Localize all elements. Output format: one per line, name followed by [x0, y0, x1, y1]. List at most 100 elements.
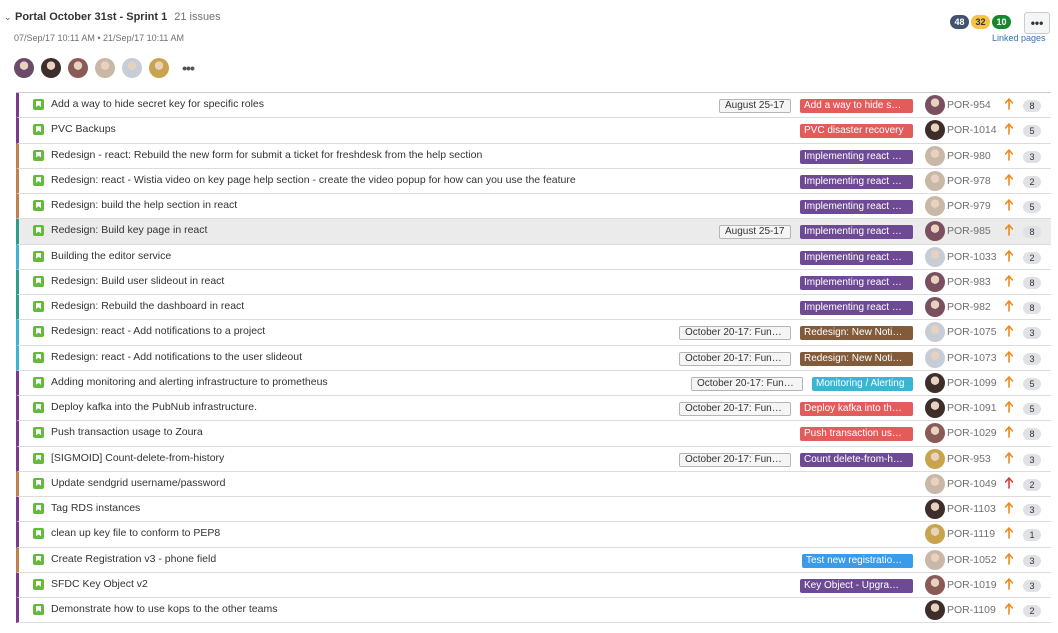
issue-key-link[interactable]: POR-1019 [947, 579, 997, 591]
issue-summary[interactable]: Demonstrate how to use kops to the other… [51, 603, 277, 615]
assignee-avatar[interactable] [925, 170, 945, 191]
issue-row[interactable]: Tag RDS instances POR-1103 3 [16, 497, 1051, 523]
epic-label[interactable]: Redesign: New Noti… [800, 351, 913, 366]
assignee-avatar[interactable] [925, 549, 945, 570]
linked-pages-link[interactable]: Linked pages [992, 33, 1046, 43]
issue-row[interactable]: Push transaction usage to Zoura Push tran… [16, 421, 1051, 447]
issue-row[interactable]: Redesign - react: Rebuild the new form f… [16, 143, 1051, 169]
fix-version-label[interactable]: August 25-17 [719, 225, 791, 240]
issue-key-link[interactable]: POR-953 [947, 453, 991, 465]
issue-row[interactable]: PVC Backups PVC disaster recovery POR-1014… [16, 118, 1051, 144]
assignee-avatar[interactable] [925, 145, 945, 166]
assignee-avatar[interactable] [925, 246, 945, 267]
issue-key-link[interactable]: POR-978 [947, 175, 991, 187]
issue-row[interactable]: Update sendgrid username/password POR-104… [16, 471, 1051, 497]
issue-key-link[interactable]: POR-1109 [947, 604, 996, 616]
epic-label[interactable]: PVC disaster recovery [800, 124, 913, 139]
issue-row[interactable]: Add a way to hide secret key for specifi… [16, 93, 1051, 119]
issue-key-link[interactable]: POR-1073 [947, 352, 997, 364]
issue-summary[interactable]: Deploy kafka into the PubNub infrastruct… [51, 401, 257, 413]
assignee-avatar[interactable] [925, 271, 945, 292]
epic-label[interactable]: Key Object - Upgra… [800, 578, 913, 593]
issue-row[interactable]: Building the editor service Implementing … [16, 244, 1051, 270]
issue-key-link[interactable]: POR-985 [947, 225, 991, 237]
assignee-avatar[interactable] [925, 196, 945, 216]
avatar[interactable] [68, 58, 88, 78]
issue-key-link[interactable]: POR-1014 [947, 124, 997, 136]
assignee-avatar[interactable] [925, 372, 945, 393]
issue-key-link[interactable]: POR-1103 [947, 503, 996, 515]
issue-summary[interactable]: clean up key file to conform to PEP8 [51, 527, 220, 539]
issue-summary[interactable]: Push transaction usage to Zoura [51, 426, 203, 438]
sprint-name[interactable]: Portal October 31st - Sprint 1 [15, 11, 167, 23]
assignee-avatar[interactable] [925, 221, 945, 242]
assignee-avatar[interactable] [925, 600, 945, 620]
issue-summary[interactable]: SFDC Key Object v2 [51, 578, 148, 590]
issue-row[interactable]: Redesign: react - Add notifications to a… [16, 320, 1051, 346]
assignee-avatar[interactable] [925, 95, 945, 115]
issue-row[interactable]: SFDC Key Object v2 Key Object - Upgra… POR… [16, 572, 1051, 598]
epic-label[interactable]: Implementing react … [800, 250, 913, 265]
epic-label[interactable]: Implementing react … [800, 301, 913, 315]
assignee-avatar[interactable] [925, 120, 945, 141]
more-people-button[interactable]: ••• [178, 58, 198, 78]
issue-row[interactable]: Redesign: Build key page in react Impleme… [16, 219, 1051, 245]
issue-key-link[interactable]: POR-1033 [947, 251, 997, 263]
issue-row[interactable]: Adding monitoring and alerting infrastru… [16, 370, 1051, 396]
issue-row[interactable]: Create Registration v3 - phone field Test… [16, 547, 1051, 573]
avatar[interactable] [41, 58, 61, 78]
issue-summary[interactable]: Adding monitoring and alerting infrastru… [51, 376, 328, 388]
assignee-avatar[interactable] [925, 574, 945, 595]
issue-key-link[interactable]: POR-979 [947, 200, 991, 212]
issue-summary[interactable]: Redesign: react - Add notifications to t… [51, 351, 302, 363]
issue-summary[interactable]: Building the editor service [51, 250, 171, 262]
assignee-avatar[interactable] [925, 322, 945, 343]
issue-summary[interactable]: Redesign: Build user slideout in react [51, 275, 224, 287]
issue-row[interactable]: Redesign: Build user slideout in react Im… [16, 269, 1051, 295]
issue-summary[interactable]: Redesign: build the help section in reac… [51, 199, 237, 211]
epic-label[interactable]: Count delete-from-h… [800, 452, 913, 467]
issue-key-link[interactable]: POR-954 [947, 99, 991, 111]
issue-row[interactable]: Demonstrate how to use kops to the other… [16, 598, 1051, 624]
assignee-avatar[interactable] [925, 448, 945, 469]
epic-label[interactable]: Implementing react … [800, 174, 913, 189]
issue-summary[interactable]: Redesign: Rebuild the dashboard in react [51, 300, 244, 312]
issue-key-link[interactable]: POR-983 [947, 276, 991, 288]
issue-summary[interactable]: Add a way to hide secret key for specifi… [51, 98, 264, 110]
issue-row[interactable]: [SIGMOID] Count-delete-from-history Count… [16, 446, 1051, 472]
issue-key-link[interactable]: POR-1029 [947, 427, 997, 439]
fix-version-label[interactable]: October 20-17: Fun… [679, 326, 791, 341]
issue-summary[interactable]: Tag RDS instances [51, 502, 140, 514]
epic-label[interactable]: Implementing react … [800, 225, 913, 240]
issue-summary[interactable]: Redesign: Build key page in react [51, 224, 207, 236]
epic-label[interactable]: Add a way to hide s… [800, 99, 913, 113]
issue-summary[interactable]: PVC Backups [51, 123, 116, 135]
issue-row[interactable]: Deploy kafka into the PubNub infrastruct… [16, 396, 1051, 422]
assignee-avatar[interactable] [925, 499, 945, 519]
avatar[interactable] [149, 58, 169, 78]
epic-label[interactable]: Implementing react … [800, 275, 913, 290]
epic-label[interactable]: Deploy kafka into th… [800, 402, 913, 416]
fix-version-label[interactable]: October 20-17: Fun… [679, 402, 791, 416]
chevron-down-icon[interactable]: ⌄ [4, 12, 14, 23]
fix-version-label[interactable]: August 25-17 [719, 99, 791, 113]
fix-version-label[interactable]: October 20-17: Fun… [679, 452, 791, 467]
issue-row[interactable]: Redesign: build the help section in reac… [16, 194, 1051, 220]
avatar[interactable] [95, 58, 115, 78]
issue-summary[interactable]: [SIGMOID] Count-delete-from-history [51, 452, 224, 464]
epic-label[interactable]: Redesign: New Noti… [800, 326, 913, 341]
assignee-avatar[interactable] [925, 347, 945, 368]
assignee-avatar[interactable] [925, 524, 945, 545]
assignee-avatar[interactable] [925, 297, 945, 317]
issue-key-link[interactable]: POR-1075 [947, 326, 997, 338]
epic-label[interactable]: Push transaction us… [800, 427, 913, 442]
issue-summary[interactable]: Redesign: react - Add notifications to a… [51, 325, 265, 337]
issue-summary[interactable]: Redesign - react: Rebuild the new form f… [51, 149, 482, 161]
epic-label[interactable]: Implementing react … [800, 200, 913, 214]
issue-key-link[interactable]: POR-980 [947, 150, 991, 162]
epic-label[interactable]: Implementing react … [800, 149, 913, 164]
more-actions-button[interactable]: ••• [1024, 12, 1050, 34]
issue-row[interactable]: Redesign: Rebuild the dashboard in react… [16, 295, 1051, 321]
issue-key-link[interactable]: POR-1052 [947, 554, 997, 566]
epic-label[interactable]: Test new registratio… [802, 553, 913, 568]
